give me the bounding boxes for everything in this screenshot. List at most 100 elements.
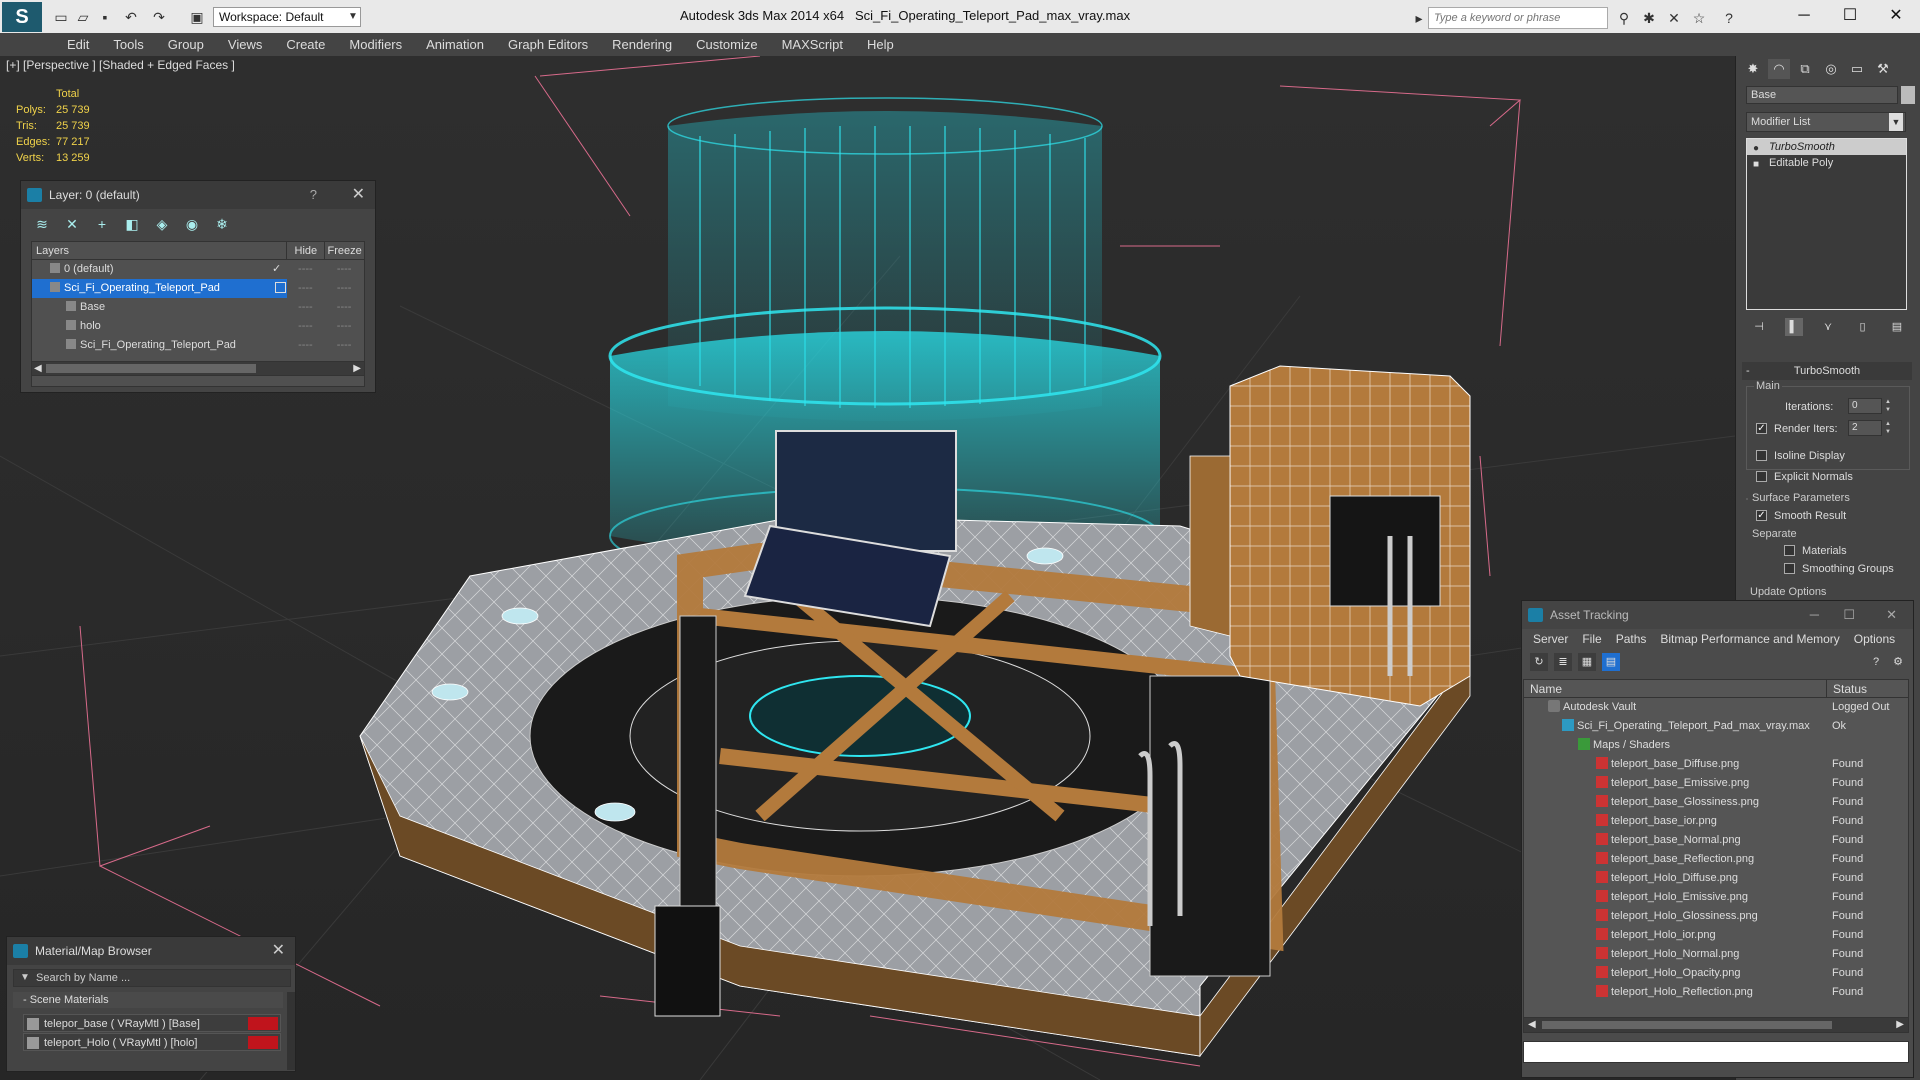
undo-icon[interactable]: ↶ bbox=[122, 8, 140, 26]
menu-bitmap-performance[interactable]: Bitmap Performance and Memory bbox=[1653, 629, 1846, 649]
select-objects-icon[interactable]: ◧ bbox=[121, 214, 143, 234]
menu-options[interactable]: Options bbox=[1847, 629, 1902, 649]
modify-tab-icon[interactable]: ◠ bbox=[1768, 59, 1790, 79]
minimize-icon[interactable]: ─ bbox=[1810, 601, 1819, 629]
help-icon[interactable]: ? bbox=[310, 181, 317, 209]
menu-file[interactable]: File bbox=[1575, 629, 1608, 649]
help-icon[interactable]: ? bbox=[1720, 9, 1738, 27]
viewport-label[interactable]: [+] [Perspective ] [Shaded + Edged Faces… bbox=[6, 58, 235, 72]
list-view-icon[interactable]: ≣ bbox=[1554, 653, 1572, 671]
configure-sets-icon[interactable]: ▤ bbox=[1888, 318, 1906, 336]
asset-row[interactable]: teleport_base_Normal.png Found bbox=[1524, 831, 1908, 850]
help-icon[interactable]: ? bbox=[1867, 653, 1885, 671]
asset-row[interactable]: teleport_base_Glossiness.png Found bbox=[1524, 793, 1908, 812]
asset-row[interactable]: teleport_Holo_Opacity.png Found bbox=[1524, 964, 1908, 983]
asset-horizontal-scrollbar[interactable]: ◀ ▶ bbox=[1523, 1017, 1909, 1033]
asset-row[interactable]: teleport_Holo_Normal.png Found bbox=[1524, 945, 1908, 964]
scroll-left-icon[interactable]: ◀ bbox=[34, 362, 42, 375]
menu-modifiers[interactable]: Modifiers bbox=[337, 33, 414, 56]
communication-icon[interactable]: ✕ bbox=[1665, 9, 1683, 27]
close-icon[interactable]: ✕ bbox=[1886, 601, 1897, 629]
object-name-field[interactable]: Base bbox=[1746, 86, 1898, 104]
menu-server[interactable]: Server bbox=[1526, 629, 1575, 649]
iterations-spinner[interactable]: 0 bbox=[1848, 398, 1882, 414]
redo-icon[interactable]: ↷ bbox=[150, 8, 168, 26]
project-folder-icon[interactable]: ▣ bbox=[188, 8, 206, 26]
menu-customize[interactable]: Customize bbox=[684, 33, 769, 56]
display-tab-icon[interactable]: ▭ bbox=[1846, 59, 1868, 79]
material-vertical-scrollbar[interactable] bbox=[287, 992, 295, 1070]
smooth-result-checkbox[interactable]: ✓ bbox=[1756, 510, 1767, 521]
settings-icon[interactable]: ⚙ bbox=[1889, 653, 1907, 671]
maximize-icon[interactable]: ☐ bbox=[1843, 601, 1855, 629]
new-file-icon[interactable]: ▭ bbox=[52, 8, 70, 26]
hierarchy-tab-icon[interactable]: ⧉ bbox=[1794, 59, 1816, 79]
asset-row[interactable]: teleport_Holo_Emissive.png Found bbox=[1524, 888, 1908, 907]
close-icon[interactable]: ✕ bbox=[272, 937, 285, 965]
asset-row[interactable]: teleport_base_Reflection.png Found bbox=[1524, 850, 1908, 869]
chevron-down-icon[interactable]: ▼ bbox=[1889, 113, 1903, 131]
close-icon[interactable]: ✕ bbox=[352, 181, 365, 209]
add-to-layer-icon[interactable]: + bbox=[91, 214, 113, 234]
asset-row[interactable]: teleport_Holo_Diffuse.png Found bbox=[1524, 869, 1908, 888]
binoculars-icon[interactable]: ⚲ bbox=[1615, 9, 1633, 27]
scrollbar-thumb[interactable] bbox=[46, 364, 256, 373]
favorites-star-icon[interactable]: ☆ bbox=[1690, 9, 1708, 27]
separate-smoothing-groups-checkbox[interactable] bbox=[1784, 563, 1795, 574]
asset-path-field[interactable] bbox=[1523, 1041, 1909, 1063]
asset-row[interactable]: teleport_Holo_Reflection.png Found bbox=[1524, 983, 1908, 1002]
status-column-header[interactable]: Status bbox=[1826, 680, 1906, 697]
chevron-down-icon[interactable]: ▼ bbox=[20, 970, 30, 986]
stack-item-editable-poly[interactable]: ■ Editable Poly bbox=[1747, 155, 1906, 171]
application-logo-button[interactable]: S bbox=[2, 2, 42, 32]
name-column-header[interactable]: Name bbox=[1524, 680, 1826, 697]
freeze-all-icon[interactable]: ❄ bbox=[211, 214, 233, 234]
scroll-right-icon[interactable]: ▶ bbox=[1896, 1018, 1904, 1032]
create-tab-icon[interactable]: ✸ bbox=[1742, 59, 1764, 79]
layer-row[interactable]: 0 (default) ✓ ---- ---- bbox=[32, 260, 364, 279]
scene-materials-group[interactable]: - Scene Materials bbox=[13, 992, 283, 1008]
isoline-display-checkbox[interactable] bbox=[1756, 450, 1767, 461]
active-layer-checkbox[interactable] bbox=[275, 282, 286, 293]
hide-toggle[interactable]: ---- bbox=[287, 279, 325, 298]
hide-toggle[interactable]: ---- bbox=[287, 260, 325, 279]
menu-group[interactable]: Group bbox=[156, 33, 216, 56]
utilities-tab-icon[interactable]: ⚒ bbox=[1872, 59, 1894, 79]
freeze-toggle[interactable]: ---- bbox=[324, 298, 364, 317]
menu-tools[interactable]: Tools bbox=[101, 33, 155, 56]
asset-row[interactable]: teleport_base_Emissive.png Found bbox=[1524, 774, 1908, 793]
layer-panel-titlebar[interactable]: Layer: 0 (default) ? ✕ bbox=[21, 181, 375, 209]
material-search-input[interactable]: ▼ Search by Name ... bbox=[13, 969, 291, 987]
expand-plus-icon[interactable]: ■ bbox=[1753, 157, 1759, 173]
scroll-right-icon[interactable]: ▶ bbox=[353, 362, 361, 375]
object-color-swatch[interactable] bbox=[1901, 86, 1915, 104]
menu-rendering[interactable]: Rendering bbox=[600, 33, 684, 56]
separate-materials-checkbox[interactable] bbox=[1784, 545, 1795, 556]
menu-views[interactable]: Views bbox=[216, 33, 274, 56]
spinner-arrows-icon[interactable]: ▲ ▼ bbox=[1884, 420, 1892, 436]
layer-row[interactable]: Base ---- ---- bbox=[32, 298, 364, 317]
maximize-icon[interactable]: ☐ bbox=[1830, 3, 1870, 29]
layer-row[interactable]: Sci_Fi_Operating_Teleport_Pad ---- ---- bbox=[32, 279, 364, 298]
active-layer-check-icon[interactable]: ✓ bbox=[272, 260, 281, 279]
menu-paths[interactable]: Paths bbox=[1609, 629, 1654, 649]
render-iters-spinner[interactable]: 2 bbox=[1848, 420, 1882, 436]
subscription-icon[interactable]: ✱ bbox=[1640, 9, 1658, 27]
freeze-toggle[interactable]: ---- bbox=[324, 279, 364, 298]
remove-modifier-icon[interactable]: ▯ bbox=[1854, 318, 1872, 336]
menu-maxscript[interactable]: MAXScript bbox=[770, 33, 855, 56]
expand-icon[interactable]: ▸ bbox=[1410, 9, 1428, 27]
menu-animation[interactable]: Animation bbox=[414, 33, 496, 56]
hide-toggle[interactable]: ---- bbox=[287, 298, 325, 317]
layer-horizontal-scrollbar[interactable]: ◀ ▶ bbox=[31, 361, 365, 376]
asset-tracking-titlebar[interactable]: Asset Tracking ─ ☐ ✕ bbox=[1522, 601, 1913, 629]
save-file-icon[interactable]: ▪ bbox=[96, 8, 114, 26]
thumbnail-view-icon[interactable]: ▦ bbox=[1578, 653, 1596, 671]
show-end-result-icon[interactable]: ▌ bbox=[1784, 318, 1803, 336]
menu-graph-editors[interactable]: Graph Editors bbox=[496, 33, 600, 56]
open-file-icon[interactable]: ▱ bbox=[74, 8, 92, 26]
explicit-normals-checkbox[interactable] bbox=[1756, 471, 1767, 482]
menu-create[interactable]: Create bbox=[274, 33, 337, 56]
menu-help[interactable]: Help bbox=[855, 33, 906, 56]
delete-layer-icon[interactable]: ✕ bbox=[61, 214, 83, 234]
